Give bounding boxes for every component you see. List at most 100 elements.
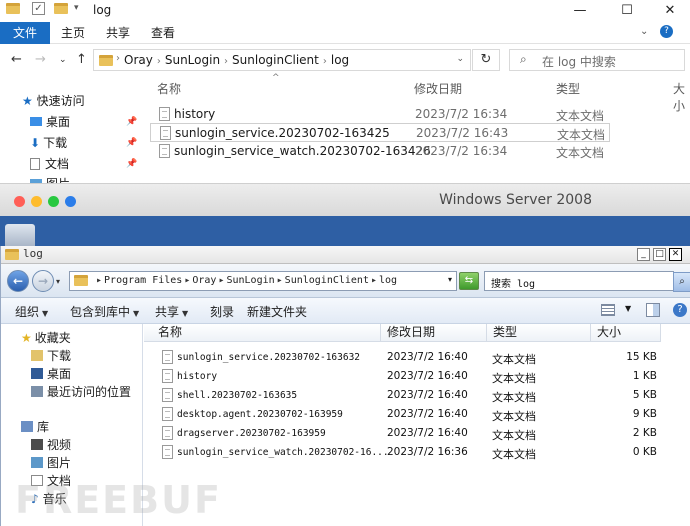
text-file-icon — [159, 144, 170, 158]
maximize-button[interactable]: ☐ — [612, 1, 642, 21]
column-header-name[interactable]: 名称 — [157, 80, 181, 98]
nav-item-desktop[interactable]: 桌面 — [30, 113, 70, 131]
chevron-down-icon[interactable]: ⌄ — [456, 54, 464, 64]
checkbox-icon[interactable]: ✓ — [32, 2, 45, 15]
nav-item-libraries[interactable]: 库 — [21, 419, 49, 436]
search-input[interactable]: 搜索 log ⌕ — [484, 271, 690, 292]
column-header-type[interactable]: 类型 — [487, 324, 591, 342]
chevron-down-icon: ▼ — [182, 309, 189, 318]
back-arrow-icon[interactable]: ← — [11, 52, 22, 67]
file-row[interactable]: sunlogin_service.20230702-163425 2023/7/… — [150, 123, 610, 142]
recycle-bin-icon[interactable] — [5, 224, 35, 246]
nav-item-documents[interactable]: 文档 — [30, 155, 69, 173]
minimize-button[interactable]: _ — [637, 248, 650, 261]
maximize-button[interactable]: □ — [653, 248, 666, 261]
nav-item-pictures[interactable]: 图片 — [31, 455, 71, 472]
file-row[interactable]: shell.20230702-163635 2023/7/2 16:40 文本文… — [144, 386, 664, 405]
nav-item-videos[interactable]: 视频 — [31, 437, 71, 454]
chevron-right-icon: ▸ — [184, 275, 191, 286]
forward-arrow-icon[interactable]: → — [32, 270, 54, 292]
breadcrumb-item[interactable]: SunLogin — [226, 275, 274, 286]
file-row[interactable]: sunlogin_service_watch.20230702-16... 20… — [144, 443, 664, 462]
minimize-dot-button[interactable] — [31, 196, 42, 207]
tab-file[interactable]: 文件 — [0, 22, 50, 44]
chevron-down-icon[interactable]: ▼ — [625, 304, 631, 313]
help-icon[interactable]: ? — [660, 25, 673, 38]
folder-icon[interactable] — [54, 3, 68, 17]
tab-view[interactable]: 查看 — [146, 22, 180, 44]
nav-item-downloads[interactable]: ⬇ 下载 — [30, 134, 67, 152]
breadcrumb-item[interactable]: log — [379, 275, 397, 286]
new-folder-button[interactable]: 新建文件夹 — [247, 303, 307, 320]
nav-item-quick-access[interactable]: ★ 快速访问 — [22, 92, 85, 110]
close-button[interactable]: ✕ — [669, 248, 682, 261]
folder-icon[interactable] — [6, 3, 20, 17]
text-file-icon — [159, 107, 170, 121]
breadcrumb-item[interactable]: Oray — [192, 275, 216, 286]
nav-item-favorites[interactable]: ★ 收藏夹 — [21, 330, 71, 347]
file-row[interactable]: dragserver.20230702-163959 2023/7/2 16:4… — [144, 424, 664, 443]
include-in-library-button[interactable]: 包含到库中 ▼ — [70, 303, 139, 320]
organize-button[interactable]: 组织 ▼ — [15, 303, 48, 320]
chevron-down-icon[interactable]: ▾ — [448, 275, 452, 284]
burn-button[interactable]: 刻录 — [210, 303, 234, 320]
dropdown-icon[interactable]: ▾ — [74, 3, 79, 13]
column-header-name[interactable]: 名称 — [144, 324, 381, 342]
nav-item-pictures[interactable]: 图片 — [30, 175, 70, 183]
chevron-down-icon[interactable]: ⌄ — [640, 26, 648, 37]
zoom-dot-button[interactable] — [48, 196, 59, 207]
breadcrumb-item[interactable]: SunLogin — [165, 53, 220, 67]
file-type: 文本文档 — [556, 109, 605, 123]
session-dot-button[interactable] — [65, 196, 76, 207]
pin-icon[interactable]: 📌 — [126, 138, 137, 148]
recent-dropdown-icon[interactable]: ⌄ — [59, 55, 67, 65]
column-header-date[interactable]: 修改日期 — [381, 324, 487, 342]
go-refresh-button[interactable]: ⇆ — [459, 272, 479, 290]
pin-icon[interactable]: 📌 — [126, 117, 137, 127]
column-header-type[interactable]: 类型 — [556, 80, 580, 98]
nav-item-label: 下载 — [43, 136, 68, 150]
breadcrumb-item[interactable]: SunloginClient — [285, 275, 369, 286]
breadcrumb-item[interactable]: Program Files — [104, 275, 182, 286]
breadcrumb-item[interactable]: log — [331, 53, 349, 67]
tab-home[interactable]: 主页 — [56, 22, 90, 44]
file-type: 文本文档 — [492, 429, 536, 442]
column-header-size[interactable]: 大小 — [591, 324, 661, 342]
close-dot-button[interactable] — [14, 196, 25, 207]
search-placeholder: 在 log 中搜索 — [542, 55, 616, 69]
back-arrow-icon[interactable]: ← — [7, 270, 29, 292]
column-header-date[interactable]: 修改日期 — [414, 80, 462, 98]
button-label: 共享 — [155, 305, 180, 319]
file-size: 0 KB — [632, 446, 657, 458]
nav-item-recent-places[interactable]: 最近访问的位置 — [31, 384, 131, 401]
file-row[interactable]: history 2023/7/2 16:40 文本文档 1 KB — [144, 367, 664, 386]
search-icon: ⌕ — [520, 52, 527, 66]
nav-item-desktop[interactable]: 桌面 — [31, 366, 71, 383]
recent-dropdown-icon[interactable]: ▾ — [56, 277, 60, 286]
nav-item-downloads[interactable]: 下载 — [31, 348, 71, 365]
forward-arrow-icon[interactable]: → — [35, 52, 46, 67]
column-header-size[interactable]: 大小 — [673, 80, 690, 113]
file-row[interactable]: sunlogin_service_watch.20230702-163426 2… — [150, 142, 610, 161]
pin-icon[interactable]: 📌 — [126, 159, 137, 169]
file-row[interactable]: sunlogin_service.20230702-163632 2023/7/… — [144, 348, 664, 367]
up-arrow-icon[interactable]: ↑ — [76, 52, 87, 67]
file-row[interactable]: desktop.agent.20230702-163959 2023/7/2 1… — [144, 405, 664, 424]
breadcrumb-item[interactable]: Oray — [124, 53, 153, 67]
preview-pane-icon[interactable] — [646, 303, 660, 317]
breadcrumb-item[interactable]: SunloginClient — [232, 53, 319, 67]
refresh-button[interactable]: ↻ — [472, 49, 500, 71]
search-icon[interactable]: ⌕ — [673, 272, 690, 292]
file-row[interactable]: history 2023/7/2 16:34 文本文档 — [150, 105, 610, 124]
help-icon[interactable]: ? — [673, 303, 687, 317]
address-bar[interactable]: › Oray › SunLogin › SunloginClient › log ⌄ — [93, 49, 471, 71]
file-date: 2023/7/2 16:43 — [416, 126, 509, 140]
view-options-icon[interactable] — [601, 304, 615, 316]
close-button[interactable]: ✕ — [655, 1, 685, 21]
share-button[interactable]: 共享 ▼ — [155, 303, 188, 320]
search-input[interactable]: ⌕ 在 log 中搜索 — [509, 49, 685, 71]
tab-share[interactable]: 共享 — [101, 22, 135, 44]
minimize-button[interactable]: — — [565, 1, 595, 21]
address-bar[interactable]: ▸ Program Files ▸ Oray ▸ SunLogin ▸ SunloginCli… — [69, 271, 457, 291]
text-file-icon — [162, 369, 173, 383]
